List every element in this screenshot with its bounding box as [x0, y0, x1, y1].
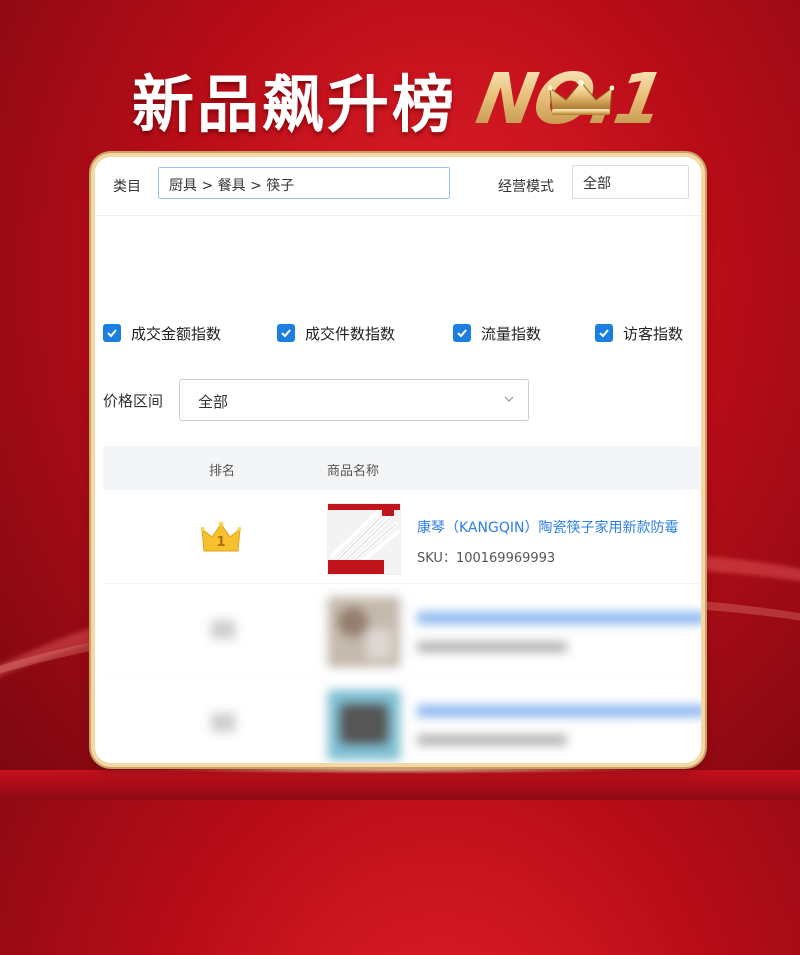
product-name-link[interactable]: 康琴（KANGQIN）陶瓷筷子家用新款防霉 [417, 517, 678, 537]
product-sku: SKU：100169969993 [417, 551, 556, 566]
table-header: 排名 商品名称 [103, 446, 701, 490]
checkbox-traffic-index[interactable]: 流量指数 [453, 321, 541, 345]
table-row[interactable]: 1 康琴（KANGQIN）陶瓷筷子家用新款防霉 SKU：100169969993 [103, 491, 701, 584]
banner-headline: 新品飙升榜 NO.1 [0, 52, 800, 141]
mode-label: 经营模式 [498, 179, 554, 195]
product-thumbnail[interactable] [327, 503, 401, 575]
background-floor [0, 770, 800, 800]
crown-icon [548, 80, 614, 115]
checkbox-label: 流量指数 [481, 324, 542, 343]
table-row-blurred[interactable]: ▒▒ [103, 584, 701, 677]
checkbox-gmv-index[interactable]: 成交金额指数 [103, 321, 221, 345]
rank-number: 1 [216, 535, 225, 550]
ranking-card: 类目 厨具 > 餐具 > 筷子 经营模式 全部 成交金额指数 成交件数指数 流量… [95, 157, 701, 763]
table-row-blurred[interactable]: ▒▒ [103, 677, 701, 763]
floor-glow [150, 764, 650, 774]
price-range-value: 全部 [198, 393, 229, 411]
checkbox-visitor-index[interactable]: 访客指数 [595, 321, 683, 345]
checkbox-checked-icon [103, 324, 121, 342]
filter-bar: 类目 厨具 > 餐具 > 筷子 经营模式 全部 [95, 157, 701, 216]
product-thumbnail-obscured [327, 596, 401, 668]
checkbox-units-index[interactable]: 成交件数指数 [277, 321, 395, 345]
column-header-product: 商品名称 [327, 464, 380, 479]
checkbox-checked-icon [595, 324, 613, 342]
product-thumbnail-obscured [327, 689, 401, 761]
category-field[interactable]: 厨具 > 餐具 > 筷子 [158, 167, 450, 199]
checkbox-checked-icon [453, 324, 471, 342]
banner-title: 新品飙升榜 [132, 68, 458, 141]
product-sku-obscured [417, 642, 567, 652]
column-header-rank: 排名 [209, 464, 236, 479]
chevron-down-icon [504, 396, 514, 402]
rank-number-obscured: ▒▒ [211, 620, 236, 639]
price-range-select[interactable]: 全部 [179, 379, 529, 421]
product-name-obscured [417, 612, 701, 624]
price-range-label: 价格区间 [103, 392, 164, 410]
mode-select[interactable]: 全部 [572, 165, 689, 199]
gold-crown-rank-icon: 1 [201, 521, 241, 552]
checkbox-label: 成交件数指数 [305, 324, 396, 343]
checkbox-label: 成交金额指数 [131, 324, 222, 343]
product-name-obscured [417, 705, 701, 717]
chopsticks-product-image [328, 504, 400, 574]
metric-checkboxes: 成交金额指数 成交件数指数 流量指数 访客指数 [103, 321, 701, 345]
product-sku-obscured [417, 735, 567, 745]
checkbox-checked-icon [277, 324, 295, 342]
category-label: 类目 [113, 179, 141, 195]
rank-number-obscured: ▒▒ [211, 713, 236, 732]
checkbox-label: 访客指数 [623, 324, 684, 343]
